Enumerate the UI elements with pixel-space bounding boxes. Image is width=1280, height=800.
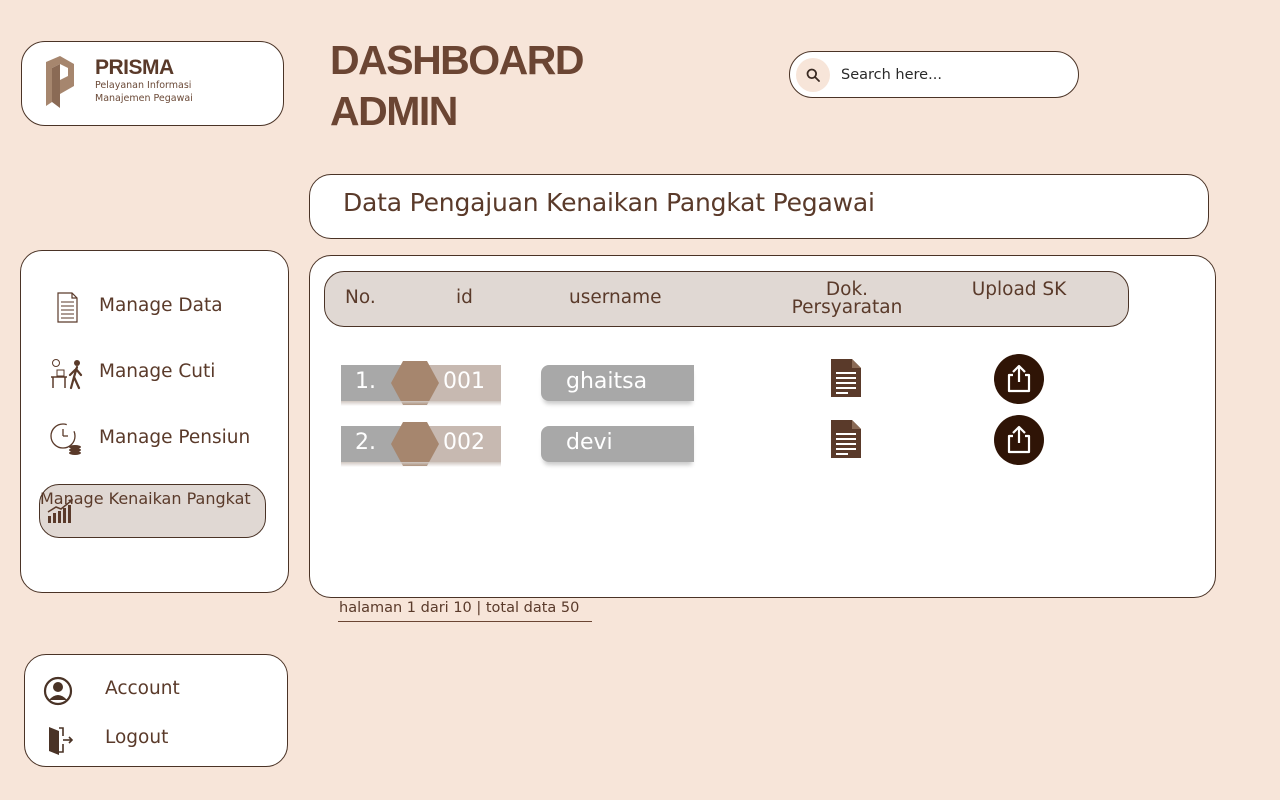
dashboard-title-line2: ADMIN (330, 88, 458, 134)
pagination-text: halaman 1 dari 10 | total data 50 (339, 600, 580, 616)
column-header-dok-persyaratan: Dok. Persyaratan (791, 279, 903, 318)
document-icon[interactable] (830, 358, 862, 398)
search-input[interactable] (841, 64, 1061, 86)
sidebar-item-label: Manage Pensiun (99, 427, 251, 448)
logout-label: Logout (105, 727, 169, 748)
logout-button[interactable]: Logout (43, 721, 263, 755)
upload-icon (1007, 425, 1031, 454)
sidebar-item-label: Manage Data (99, 295, 223, 316)
upload-sk-button[interactable] (994, 354, 1044, 404)
pagination-info: halaman 1 dari 10 | total data 50 (338, 600, 592, 622)
document-list-icon (57, 292, 78, 323)
page-title: Data Pengajuan Kenaikan Pangkat Pegawai (343, 188, 875, 217)
search-icon[interactable] (796, 58, 830, 92)
data-table: No. id username Dok. Persyaratan Upload … (309, 255, 1216, 598)
account-menu: Account Logout (24, 654, 288, 767)
cell-id: 001 (443, 369, 485, 394)
cell-no-id: 1. 001 (341, 361, 501, 406)
username-text: ghaitsa (566, 369, 648, 394)
cell-no: 1. (355, 369, 376, 394)
sidebar-item-label: Manage Cuti (99, 361, 216, 382)
cell-username: ghaitsa (541, 365, 694, 401)
leave-walking-icon (51, 359, 83, 390)
cell-id: 002 (443, 430, 485, 455)
logout-door-icon (49, 727, 73, 755)
sidebar-item-manage-pensiun[interactable]: Manage Pensiun (39, 412, 266, 466)
sidebar: Manage Data Manage Cuti Manage Pensiun M… (20, 250, 289, 593)
dashboard-title-line1: DASHBOARD (330, 37, 585, 83)
column-header-no: No. (345, 287, 376, 308)
cell-no-id: 2. 002 (341, 422, 501, 467)
column-header-username: username (569, 287, 662, 308)
search-bar[interactable] (789, 51, 1079, 98)
table-header: No. id username Dok. Persyaratan Upload … (324, 271, 1129, 327)
logo-card: PRISMA Pelayanan Informasi Manajemen Peg… (21, 41, 284, 126)
prisma-logo-icon (46, 56, 74, 108)
upload-sk-button[interactable] (994, 415, 1044, 465)
brand-subtitle-line1: Pelayanan Informasi (95, 80, 192, 91)
username-text: devi (566, 430, 613, 455)
document-icon[interactable] (830, 419, 862, 459)
sidebar-item-manage-cuti[interactable]: Manage Cuti (39, 346, 266, 400)
upload-icon (1007, 364, 1031, 393)
column-header-upload-sk: Upload SK (971, 279, 1067, 300)
column-header-id: id (456, 287, 473, 308)
brand-subtitle-line2: Manajemen Pegawai (95, 93, 193, 104)
growth-chart-icon (47, 499, 73, 523)
account-button[interactable]: Account (43, 672, 263, 706)
table-row: 2. 002 devi (310, 414, 1217, 474)
cell-username: devi (541, 426, 694, 462)
cell-no: 2. (355, 430, 376, 455)
clock-coins-icon (50, 423, 81, 455)
table-row: 1. 001 ghaitsa (310, 353, 1217, 413)
sidebar-item-manage-kenaikan-pangkat[interactable]: Manage Kenaikan Pangkat (39, 484, 266, 538)
brand-name: PRISMA (95, 56, 174, 79)
page-header: Data Pengajuan Kenaikan Pangkat Pegawai (309, 174, 1209, 239)
user-circle-icon (43, 676, 73, 706)
account-label: Account (105, 678, 180, 699)
sidebar-item-manage-data[interactable]: Manage Data (39, 280, 266, 334)
